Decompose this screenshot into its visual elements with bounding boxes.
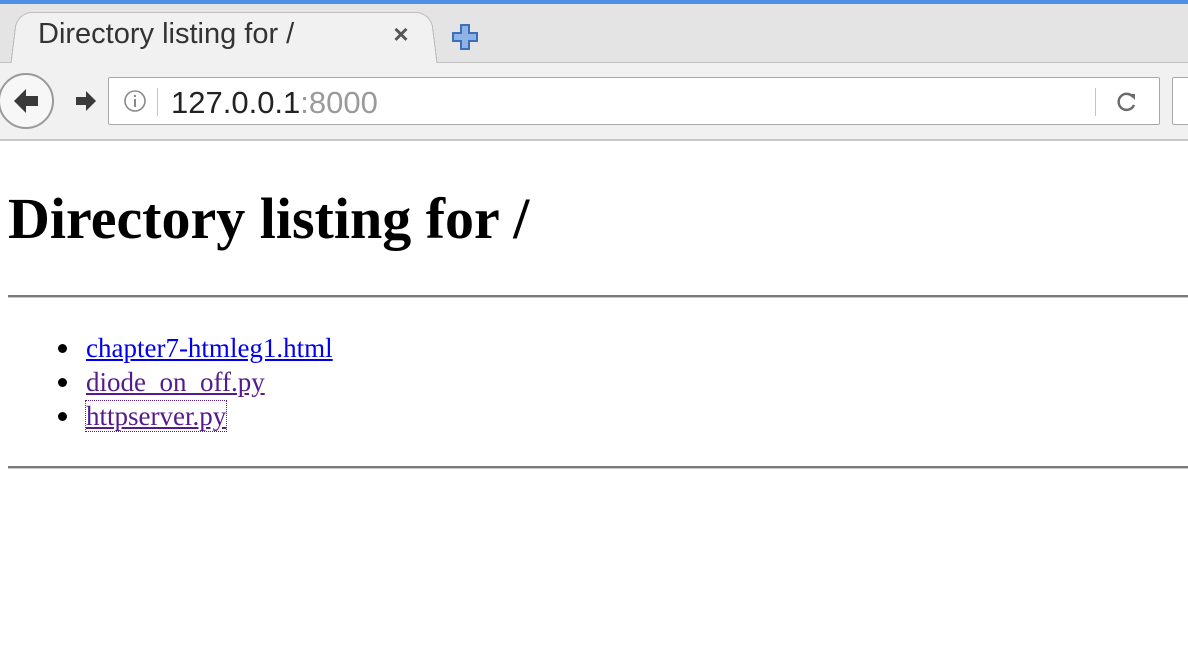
- page-title: Directory listing for /: [8, 186, 530, 251]
- list-item: diode_on_off.py: [48, 365, 333, 399]
- bullet-icon: [58, 412, 67, 421]
- list-item: chapter7-htmleg1.html: [48, 331, 333, 365]
- info-icon[interactable]: [123, 89, 147, 113]
- arrow-left-icon: [14, 89, 38, 113]
- url-divider: [157, 88, 158, 116]
- url-text[interactable]: 127.0.0.1:8000: [171, 85, 378, 121]
- horizontal-rule-top: [8, 295, 1188, 298]
- back-button[interactable]: [0, 73, 54, 129]
- address-bar[interactable]: 127.0.0.1:8000: [108, 77, 1160, 125]
- tab-strip: Directory listing for / ×: [0, 4, 1188, 68]
- forward-button[interactable]: [70, 85, 102, 117]
- tab-close-icon[interactable]: ×: [388, 21, 414, 47]
- horizontal-rule-bottom: [8, 466, 1188, 469]
- bullet-icon: [58, 344, 67, 353]
- reload-icon[interactable]: [1113, 88, 1141, 116]
- new-tab-plus-icon[interactable]: [450, 22, 480, 52]
- url-host: 127.0.0.1: [171, 85, 301, 120]
- url-port: :8000: [300, 85, 378, 120]
- tab-title[interactable]: Directory listing for /: [38, 18, 294, 51]
- url-divider-right: [1095, 88, 1096, 116]
- file-list: chapter7-htmleg1.html diode_on_off.py ht…: [48, 331, 333, 433]
- file-link[interactable]: chapter7-htmleg1.html: [86, 333, 333, 363]
- file-link[interactable]: httpserver.py: [84, 400, 228, 432]
- file-link[interactable]: diode_on_off.py: [86, 367, 265, 397]
- list-item: httpserver.py: [48, 399, 333, 433]
- bullet-icon: [58, 378, 67, 387]
- navigation-toolbar: 127.0.0.1:8000: [0, 63, 1188, 139]
- browser-chrome: Directory listing for / × 127.0.0.1:8000: [0, 0, 1188, 141]
- toolbar-extra-button[interactable]: [1172, 77, 1188, 125]
- page-content: Directory listing for / chapter7-htmleg1…: [0, 141, 1188, 658]
